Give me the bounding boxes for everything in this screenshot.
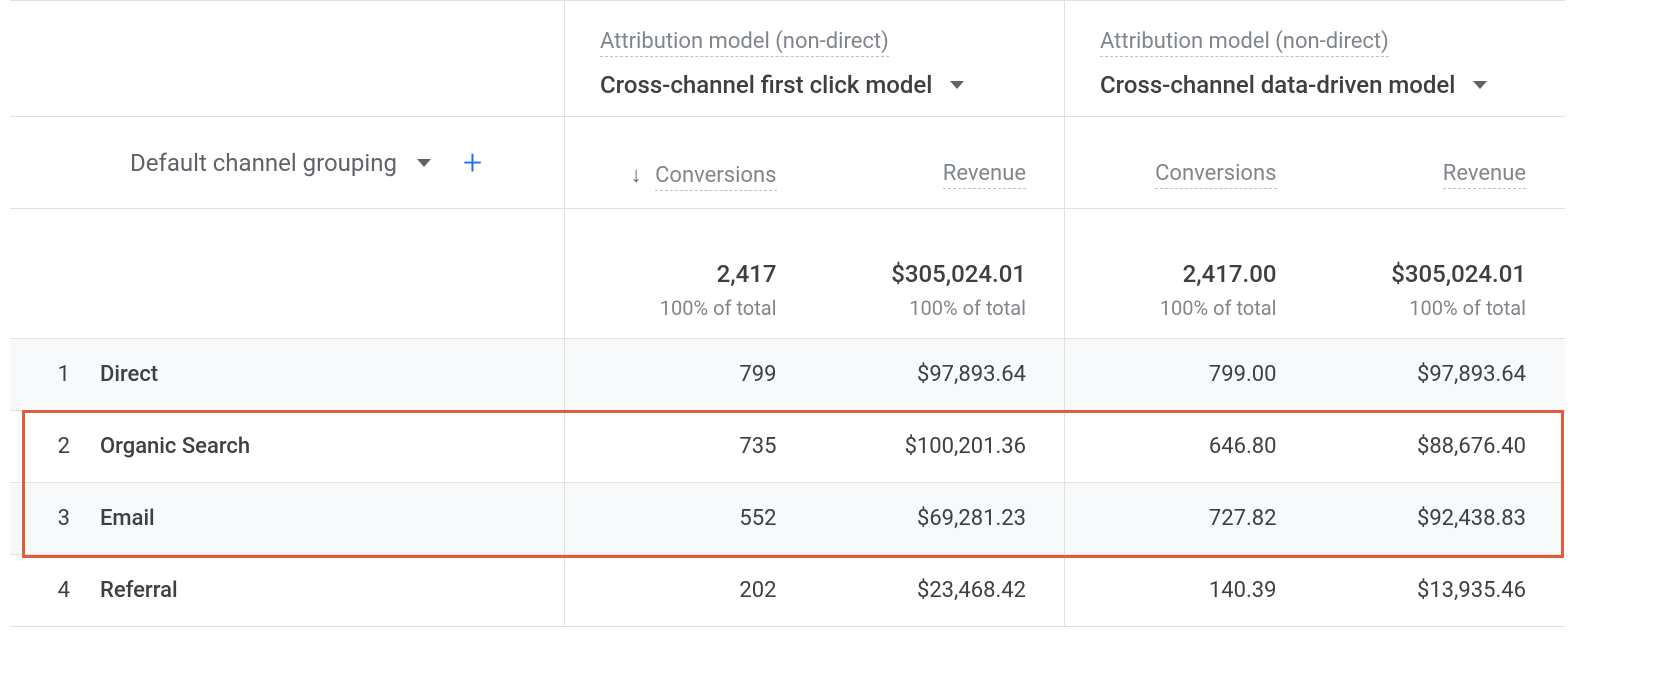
model-name-2: Cross-channel data-driven model xyxy=(1100,71,1455,99)
cell-value: 140.39 xyxy=(1209,578,1277,603)
dimension-selector[interactable]: Default channel grouping + xyxy=(130,149,482,177)
table-row[interactable]: 3 Email 552 $69,281.23 727.82 $92,438.83 xyxy=(10,483,1565,555)
total-pct: 100% of total xyxy=(1160,296,1277,320)
cell-value: $23,468.42 xyxy=(917,578,1026,603)
table-row[interactable]: 2 Organic Search 735 $100,201.36 646.80 … xyxy=(10,411,1565,483)
model-name-1: Cross-channel first click model xyxy=(600,71,932,99)
metric-header-row: Default channel grouping + ↓ Conversions… xyxy=(10,117,1565,209)
cell-value: $97,893.64 xyxy=(1417,362,1526,387)
row-label: Direct xyxy=(100,362,158,387)
totals-row: 2,417 100% of total $305,024.01 100% of … xyxy=(10,209,1565,339)
total-revenue-1: $305,024.01 xyxy=(891,260,1026,288)
row-label: Email xyxy=(100,506,155,531)
metric-conversions-1: Conversions xyxy=(655,163,776,191)
sort-revenue-1[interactable]: Revenue xyxy=(815,117,1065,209)
cell-value: 202 xyxy=(739,578,776,603)
cell-value: $69,281.23 xyxy=(917,506,1026,531)
row-label: Referral xyxy=(100,578,178,603)
cell-value: $97,893.64 xyxy=(917,362,1026,387)
metric-revenue-2: Revenue xyxy=(1443,161,1526,189)
cell-value: $92,438.83 xyxy=(1417,506,1526,531)
model-selector-1[interactable]: Cross-channel first click model xyxy=(600,71,1039,99)
sort-revenue-2[interactable]: Revenue xyxy=(1315,117,1565,209)
sort-conversions-1[interactable]: ↓ Conversions xyxy=(565,117,815,209)
row-number: 3 xyxy=(30,506,100,531)
model-header-row: Attribution model (non-direct) Cross-cha… xyxy=(10,0,1565,117)
sort-conversions-2[interactable]: Conversions xyxy=(1065,117,1315,209)
total-conversions-2: 2,417.00 xyxy=(1183,260,1277,288)
row-number: 1 xyxy=(30,362,100,387)
arrow-down-icon: ↓ xyxy=(631,163,642,188)
cell-value: 799.00 xyxy=(1209,362,1277,387)
chevron-down-icon xyxy=(950,81,964,89)
total-pct: 100% of total xyxy=(1409,296,1526,320)
row-label: Organic Search xyxy=(100,434,250,459)
cell-value: $13,935.46 xyxy=(1417,578,1526,603)
dimension-label: Default channel grouping xyxy=(130,149,397,177)
cell-value: 646.80 xyxy=(1209,434,1277,459)
cell-value: 552 xyxy=(739,506,776,531)
model-selector-2[interactable]: Cross-channel data-driven model xyxy=(1100,71,1539,99)
total-conversions-1: 2,417 xyxy=(717,260,777,288)
chevron-down-icon xyxy=(1473,81,1487,89)
metric-conversions-2: Conversions xyxy=(1155,161,1276,189)
cell-value: 735 xyxy=(739,434,776,459)
table-row[interactable]: 4 Referral 202 $23,468.42 140.39 $13,935… xyxy=(10,555,1565,627)
attribution-label-1: Attribution model (non-direct) xyxy=(600,29,889,57)
total-pct: 100% of total xyxy=(660,296,777,320)
row-number: 2 xyxy=(30,434,100,459)
row-number: 4 xyxy=(30,578,100,603)
attribution-comparison-table: Attribution model (non-direct) Cross-cha… xyxy=(10,0,1565,627)
attribution-label-2: Attribution model (non-direct) xyxy=(1100,29,1389,57)
cell-value: $88,676.40 xyxy=(1417,434,1526,459)
add-dimension-icon[interactable]: + xyxy=(463,153,482,173)
metric-revenue-1: Revenue xyxy=(943,161,1026,189)
cell-value: $100,201.36 xyxy=(905,434,1026,459)
cell-value: 799 xyxy=(739,362,776,387)
total-revenue-2: $305,024.01 xyxy=(1391,260,1526,288)
chevron-down-icon xyxy=(417,159,431,167)
cell-value: 727.82 xyxy=(1209,506,1277,531)
table-row[interactable]: 1 Direct 799 $97,893.64 799.00 $97,893.6… xyxy=(10,339,1565,411)
total-pct: 100% of total xyxy=(909,296,1026,320)
